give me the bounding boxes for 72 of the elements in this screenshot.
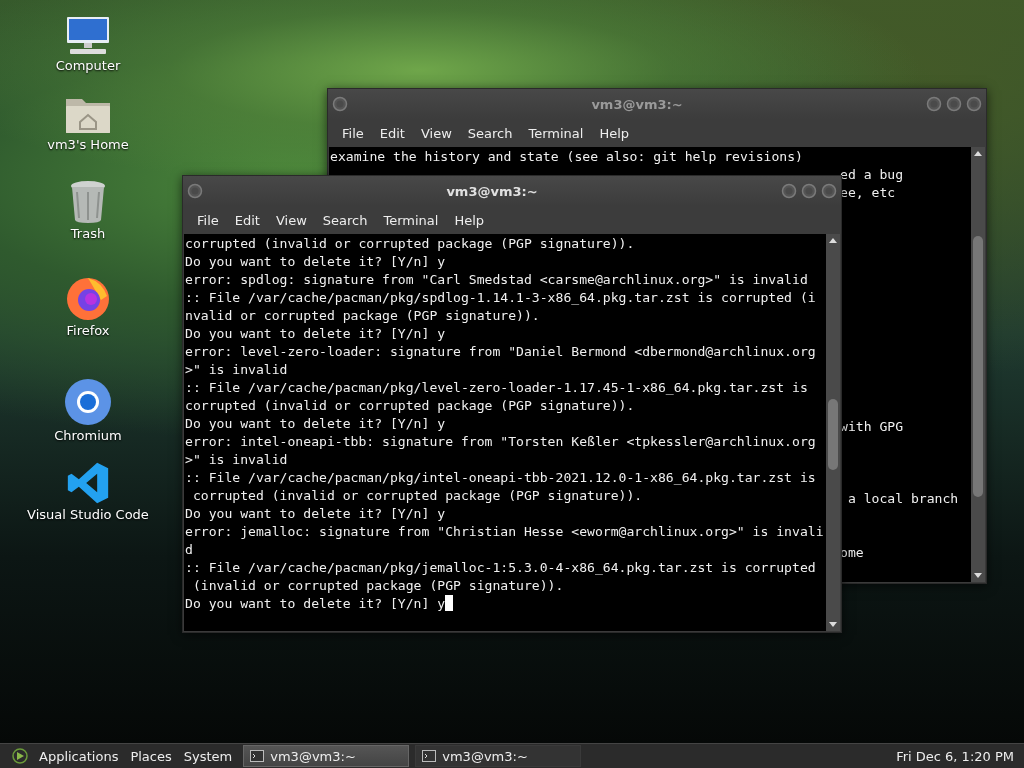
- minimize-button[interactable]: [781, 183, 797, 199]
- terminal-line: Do you want to delete it? [Y/n] y: [185, 595, 825, 613]
- clock[interactable]: Fri Dec 6, 1:20 PM: [896, 748, 1020, 764]
- desktop-icon-label[interactable]: Visual Studio Code: [27, 507, 149, 522]
- terminal-line: error: intel-oneapi-tbb: signature from "Torsten Keßler <tpkessler@archlinux.org: [185, 433, 817, 451]
- trash-icon[interactable]: [68, 180, 108, 224]
- chromium-icon[interactable]: [64, 378, 112, 426]
- terminal-line: :: File /var/cache/pacman/pkg/level-zero-loader-1.17.45-1-x86_64.pkg.tar.zst is: [185, 379, 809, 397]
- close-button[interactable]: [966, 96, 982, 112]
- terminal-line: Do you want to delete it? [Y/n] y: [185, 505, 447, 523]
- window-menu-button[interactable]: [187, 183, 203, 199]
- desktop-icon-label[interactable]: Chromium: [54, 428, 122, 443]
- terminal-line: error: jemalloc: signature from "Christian Hesse <eworm@archlinux.org>" is invali: [185, 523, 825, 541]
- scroll-up-arrow-icon[interactable]: [829, 238, 837, 243]
- desktop-icon-label[interactable]: Computer: [55, 58, 121, 73]
- terminal-line: d: [185, 541, 194, 559]
- scroll-down-arrow-icon[interactable]: [829, 622, 837, 627]
- terminal-line: corrupted (invalid or corrupted package (PGP signature)).: [185, 235, 636, 253]
- terminal-line: Do you want to delete it? [Y/n] y: [185, 253, 447, 271]
- desktop-icon-label[interactable]: Firefox: [66, 323, 110, 338]
- menu-item[interactable]: Edit: [226, 212, 268, 228]
- terminal-icon: [422, 750, 437, 762]
- minimize-button[interactable]: [926, 96, 942, 112]
- menu-item[interactable]: Help: [591, 125, 638, 141]
- terminal-line: (invalid or corrupted package (PGP signature)).: [191, 577, 565, 595]
- menu-item[interactable]: File: [334, 125, 372, 141]
- terminal-line: >" is invalid: [185, 361, 289, 379]
- menu-item[interactable]: Search: [459, 125, 521, 141]
- start-menu-icon[interactable]: [12, 748, 28, 764]
- terminal-line: >" is invalid: [185, 451, 289, 469]
- scroll-down-arrow-icon[interactable]: [974, 573, 982, 578]
- taskbar-window-button[interactable]: vm3@vm3:~: [415, 745, 582, 767]
- scrollbar-thumb[interactable]: [828, 398, 838, 471]
- taskbar-window-button[interactable]: vm3@vm3:~: [243, 745, 410, 767]
- menu-item[interactable]: Search: [314, 212, 376, 228]
- menu-item[interactable]: File: [189, 212, 227, 228]
- terminal-line: nvalid or corrupted package (PGP signature)).: [185, 307, 541, 325]
- window-title: vm3@vm3:~: [445, 183, 539, 199]
- close-button[interactable]: [821, 183, 837, 199]
- terminal-line: error: spdlog: signature from "Carl Smedstad <carsme@archlinux.org>" is invalid: [185, 271, 809, 289]
- terminal-line: :: File /var/cache/pacman/pkg/spdlog-1.14.1-3-x86_64.pkg.tar.zst is corrupted (i: [185, 289, 817, 307]
- window-title: vm3@vm3:~: [590, 96, 684, 112]
- scrollbar[interactable]: [971, 147, 985, 582]
- menu-item[interactable]: Terminal: [520, 125, 592, 141]
- panel-menu[interactable]: System: [178, 748, 238, 764]
- terminal-line: examine the history and state (see also: git help revisions): [330, 148, 804, 166]
- terminal-line: :: File /var/cache/pacman/pkg/intel-oneapi-tbb-2021.12.0-1-x86_64.pkg.tar.zst is: [185, 469, 817, 487]
- maximize-button[interactable]: [946, 96, 962, 112]
- terminal-icon: [250, 750, 265, 762]
- menu-item[interactable]: View: [267, 212, 315, 228]
- maximize-button[interactable]: [801, 183, 817, 199]
- menu-item[interactable]: Edit: [371, 125, 413, 141]
- scroll-up-arrow-icon[interactable]: [974, 151, 982, 156]
- desktop-icon-label[interactable]: vm3's Home: [47, 137, 129, 152]
- menu-item[interactable]: Terminal: [375, 212, 447, 228]
- desktop-icon-label[interactable]: Trash: [70, 226, 106, 241]
- terminal-line: corrupted (invalid or corrupted package (PGP signature)).: [191, 487, 644, 505]
- terminal-line: a local branch: [846, 490, 960, 508]
- scrollbar[interactable]: [826, 234, 840, 631]
- scrollbar-thumb[interactable]: [973, 236, 983, 497]
- menu-item[interactable]: View: [412, 125, 460, 141]
- terminal-line: :: File /var/cache/pacman/pkg/jemalloc-1:5.3.0-4-x86_64.pkg.tar.zst is corrupted: [185, 559, 817, 577]
- panel-menu[interactable]: Places: [125, 748, 177, 764]
- vscode-icon[interactable]: [66, 461, 110, 505]
- window-menu-button[interactable]: [332, 96, 348, 112]
- terminal-line: error: level-zero-loader: signature from "Daniel Bermond <dbermond@archlinux.org: [185, 343, 817, 361]
- terminal-line: Do you want to delete it? [Y/n] y: [185, 325, 447, 343]
- computer-icon[interactable]: [64, 16, 112, 56]
- menu-item[interactable]: Help: [446, 212, 493, 228]
- terminal-line: corrupted (invalid or corrupted package (PGP signature)).: [185, 397, 636, 415]
- terminal-line: Do you want to delete it? [Y/n] y: [185, 415, 447, 433]
- panel-menu[interactable]: Applications: [34, 748, 124, 764]
